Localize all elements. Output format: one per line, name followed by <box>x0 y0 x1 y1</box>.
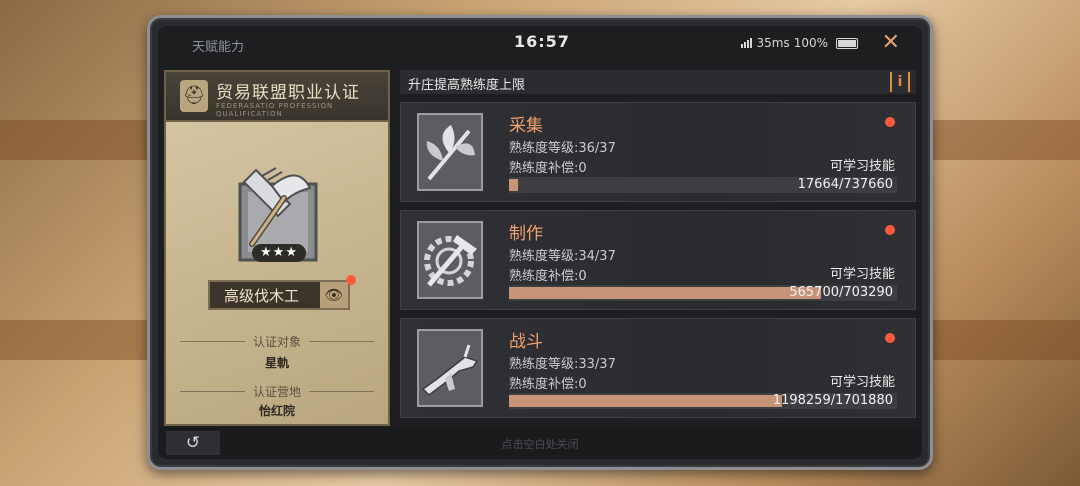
class-alert-dot <box>346 275 356 285</box>
skill-name: 采集 <box>509 116 543 136</box>
bottom-bar: ↺ 点击空白处关闭 <box>158 427 922 459</box>
proficiency-bar-fill <box>509 287 821 299</box>
hammer-gear-icon <box>417 221 483 299</box>
skill-level: 熟练度等级:34/37 <box>509 249 616 264</box>
class-name-button[interactable]: 高级伐木工 👁 <box>208 280 350 310</box>
camp-label: 认证营地 <box>253 384 302 399</box>
skill-name: 制作 <box>509 224 543 244</box>
ping-value: 35ms <box>756 36 790 50</box>
proficiency-header-text: 升庄提高熟练度上限 <box>408 78 526 93</box>
proficiency-progress: 1198259/1701880 <box>772 393 893 408</box>
proficiency-bar: 1198259/1701880 <box>509 393 897 409</box>
skill-compensation: 熟练度补偿:0 <box>509 269 587 284</box>
skill-card-gathering[interactable]: 采集 熟练度等级:36/37 熟练度补偿:0 可学习技能 17664/73766… <box>400 102 916 202</box>
battery-icon <box>836 37 858 49</box>
target-divider: 认证对象 <box>180 334 375 349</box>
proficiency-progress: 565700/703290 <box>789 285 893 300</box>
network-status: 35ms 100% <box>741 36 858 50</box>
target-label: 认证对象 <box>253 334 302 349</box>
proficiency-bar: 565700/703290 <box>509 285 897 301</box>
skill-level: 熟练度等级:36/37 <box>509 141 616 156</box>
close-hint[interactable]: 点击空白处关闭 <box>158 436 922 452</box>
skill-card-crafting[interactable]: 制作 熟练度等级:34/37 熟练度补偿:0 可学习技能 565700/7032… <box>400 210 916 310</box>
proficiency-progress: 17664/737660 <box>797 177 893 192</box>
window-screen: 天赋能力 16:57 35ms 100% ✕ ⛑ 贸易联盟职业认证 FEDERA… <box>158 26 922 459</box>
star-rating: ★★★ <box>252 244 306 262</box>
skill-compensation: 熟练度补偿:0 <box>509 377 587 392</box>
proficiency-bar-fill <box>509 179 519 191</box>
target-value: 星軌 <box>264 356 289 370</box>
close-icon[interactable]: ✕ <box>882 30 900 55</box>
gun-icon <box>417 329 483 407</box>
camp-value: 怡红院 <box>258 404 295 418</box>
federation-logo-icon: ⛑ <box>180 80 208 112</box>
battery-value: 100% <box>793 36 828 50</box>
skill-alert-dot <box>885 117 895 127</box>
skill-alert-dot <box>885 225 895 235</box>
leaf-icon <box>417 113 483 191</box>
status-bar: 天赋能力 16:57 35ms 100% ✕ <box>158 26 922 60</box>
learnable-skill-label: 可学习技能 <box>829 375 895 390</box>
proficiency-bar: 17664/737660 <box>509 177 897 193</box>
proficiency-bar-fill <box>509 395 783 407</box>
proficiency-header: 升庄提高熟练度上限 i <box>400 70 916 94</box>
talent-window: 天赋能力 16:57 35ms 100% ✕ ⛑ 贸易联盟职业认证 FEDERA… <box>147 15 933 470</box>
window-title: 天赋能力 <box>192 40 245 55</box>
learnable-skill-label: 可学习技能 <box>829 159 895 174</box>
certification-title: 贸易联盟职业认证 <box>216 83 360 103</box>
class-name-label: 高级伐木工 <box>224 286 300 305</box>
skill-level: 熟练度等级:33/37 <box>509 357 616 372</box>
info-icon[interactable]: i <box>890 72 910 92</box>
skill-alert-dot <box>885 333 895 343</box>
camp-divider: 认证营地 <box>180 384 375 399</box>
eye-icon[interactable]: 👁 <box>320 282 348 308</box>
clock: 16:57 <box>514 32 570 51</box>
certification-subtitle: FEDERASATIO PROFESSION QUALIFICATION <box>216 102 334 118</box>
signal-icon <box>741 38 753 48</box>
certification-header: ⛑ 贸易联盟职业认证 FEDERASATIO PROFESSION QUALIF… <box>166 72 388 122</box>
certification-panel: ⛑ 贸易联盟职业认证 FEDERASATIO PROFESSION QUALIF… <box>164 70 390 426</box>
learnable-skill-label: 可学习技能 <box>829 267 895 282</box>
skill-card-combat[interactable]: 战斗 熟练度等级:33/37 熟练度补偿:0 可学习技能 1198259/170… <box>400 318 916 418</box>
skill-compensation: 熟练度补偿:0 <box>509 161 587 176</box>
skill-name: 战斗 <box>509 332 543 352</box>
